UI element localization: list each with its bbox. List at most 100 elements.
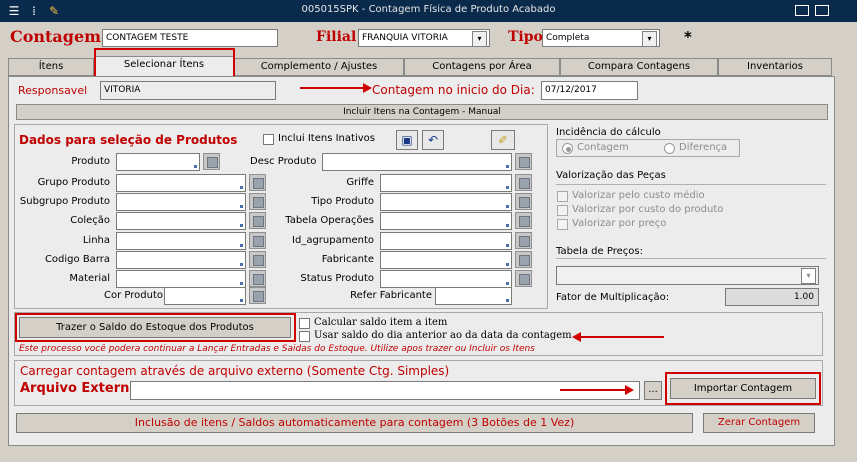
title-bar: ☰ ⁞ ✎ 005015SPK - Contagem Física de Pro… [0, 0, 857, 22]
filial-select[interactable]: FRANQUIA VITORIA ▾ [358, 29, 490, 47]
valorizar-preco-checkbox[interactable] [557, 219, 568, 230]
fabricante-input[interactable] [380, 251, 512, 269]
radio-contagem[interactable] [562, 143, 573, 154]
linha-input[interactable] [116, 232, 246, 250]
chevron-down-icon[interactable]: ▾ [642, 31, 657, 47]
desc-produto-input[interactable] [322, 153, 512, 171]
chevron-down-icon[interactable]: ▾ [801, 268, 816, 284]
selecao-title: Dados para seleção de Produtos [19, 133, 238, 147]
valorizar-custo-produto-label: Valorizar por custo do produto [572, 204, 724, 215]
grupo-produto-lookup-icon[interactable] [249, 174, 266, 191]
tab-itens[interactable]: Ítens [8, 58, 94, 76]
valorizar-custo-medio-checkbox[interactable] [557, 191, 568, 202]
valorizar-custo-produto-checkbox[interactable] [557, 205, 568, 216]
minimize-button[interactable] [795, 5, 809, 16]
produto-input[interactable] [116, 153, 200, 171]
status-produto-lookup-icon[interactable] [515, 270, 532, 287]
status-produto-input[interactable] [380, 270, 512, 288]
tabela-operacoes-lookup-icon[interactable] [515, 212, 532, 229]
id-agrupamento-label: Id_agrupamento [292, 235, 374, 246]
filial-value: FRANQUIA VITORIA [362, 33, 448, 43]
id-agrupamento-input[interactable] [380, 232, 512, 250]
colecao-lookup-icon[interactable] [249, 212, 266, 229]
inclusao-automatica-button[interactable]: Inclusão de itens / Saldos automaticamen… [16, 413, 693, 433]
calcular-saldo-label: Calcular saldo item a item [314, 317, 448, 328]
tabela-operacoes-label: Tabela Operações [285, 215, 374, 226]
undo-icon[interactable]: ↶ [422, 130, 444, 150]
tab-complemento-ajustes[interactable]: Complemento / Ajustes [234, 58, 404, 76]
valorizar-preco-label: Valorizar por preço [572, 218, 667, 229]
material-lookup-icon[interactable] [249, 270, 266, 287]
calcular-saldo-checkbox[interactable] [299, 318, 310, 329]
colecao-input[interactable] [116, 212, 246, 230]
arquivo-label: Arquivo Externo [20, 381, 139, 396]
produto-lookup-icon[interactable] [203, 153, 220, 170]
tab-compara-contagens[interactable]: Compara Contagens [560, 58, 718, 76]
codigo-barra-lookup-icon[interactable] [249, 251, 266, 268]
contagem-dia-input[interactable]: 07/12/2017 [541, 81, 638, 100]
tipo-produto-input[interactable] [380, 193, 512, 211]
subgrupo-produto-input[interactable] [116, 193, 246, 211]
subgrupo-produto-label: Subgrupo Produto [19, 196, 110, 207]
tab-contagens-por-area[interactable]: Contagens por Área [404, 58, 560, 76]
incidencia-title: Incidência do cálculo [556, 127, 661, 138]
usar-saldo-dia-anterior-label: Usar saldo do dia anterior ao da data da… [314, 330, 572, 341]
inativos-checkbox[interactable] [263, 134, 274, 145]
restore-button[interactable] [815, 5, 829, 16]
tabela-precos-select[interactable]: ▾ [556, 266, 819, 285]
save-icon[interactable]: ▣ [396, 130, 418, 150]
radio-contagem-label: Contagem [577, 142, 629, 153]
chevron-down-icon[interactable]: ▾ [472, 31, 487, 47]
responsavel-label: Responsavel [18, 84, 88, 97]
contagem-label: Contagem [10, 27, 102, 46]
cor-produto-input[interactable] [164, 287, 246, 305]
subgrupo-produto-lookup-icon[interactable] [249, 193, 266, 210]
required-asterisk: * [684, 28, 692, 46]
tipo-produto-label: Tipo Produto [311, 196, 374, 207]
material-label: Material [69, 273, 110, 284]
refer-fabricante-label: Refer Fabricante [350, 290, 432, 301]
tabela-precos-title: Tabela de Preços: [556, 246, 643, 257]
zerar-contagem-button[interactable]: Zerar Contagem [703, 413, 815, 433]
responsavel-input[interactable]: VITORIA [100, 81, 276, 100]
divider [556, 258, 826, 259]
fabricante-lookup-icon[interactable] [515, 251, 532, 268]
refer-fabricante-input[interactable] [435, 287, 512, 305]
fator-label: Fator de Multiplicação: [556, 292, 670, 303]
arrow-annotation [560, 385, 634, 395]
contagem-input[interactable]: CONTAGEM TESTE [102, 29, 278, 47]
tipo-select[interactable]: Completa ▾ [542, 29, 660, 47]
linha-lookup-icon[interactable] [249, 232, 266, 249]
codigo-barra-label: Codigo Barra [44, 254, 110, 265]
valorizar-custo-medio-label: Valorizar pelo custo médio [572, 190, 705, 201]
tab-inventarios[interactable]: Inventarios [718, 58, 832, 76]
usar-saldo-dia-anterior-checkbox[interactable] [299, 331, 310, 342]
incluir-manual-header: Incluir Itens na Contagem - Manual [16, 104, 828, 120]
grupo-produto-input[interactable] [116, 174, 246, 192]
tabela-operacoes-input[interactable] [380, 212, 512, 230]
eraser-icon[interactable]: ✐ [491, 130, 515, 150]
arrow-annotation [300, 83, 372, 93]
browse-button[interactable]: ... [644, 381, 662, 400]
cor-produto-lookup-icon[interactable] [249, 287, 266, 304]
grupo-produto-label: Grupo Produto [37, 177, 110, 188]
contagem-dia-label: Contagem no inicio do Dia: [372, 83, 535, 97]
valorizacao-title: Valorização das Peças [556, 170, 666, 181]
tipo-produto-lookup-icon[interactable] [515, 193, 532, 210]
griffe-label: Griffe [346, 177, 374, 188]
highlight-trazer-saldo [15, 313, 296, 342]
produto-label: Produto [71, 156, 110, 167]
fabricante-label: Fabricante [321, 254, 374, 265]
griffe-lookup-icon[interactable] [515, 174, 532, 191]
griffe-input[interactable] [380, 174, 512, 192]
codigo-barra-input[interactable] [116, 251, 246, 269]
fator-input[interactable]: 1.00 [725, 288, 819, 306]
radio-diferenca[interactable] [664, 143, 675, 154]
status-produto-label: Status Produto [300, 273, 374, 284]
material-input[interactable] [116, 270, 246, 288]
id-agrupamento-lookup-icon[interactable] [515, 232, 532, 249]
highlight-importar [665, 372, 821, 405]
saldo-note: Este processo você podera continuar a La… [19, 344, 535, 354]
desc-produto-lookup-icon[interactable] [515, 153, 532, 170]
radio-diferenca-label: Diferença [679, 142, 728, 153]
